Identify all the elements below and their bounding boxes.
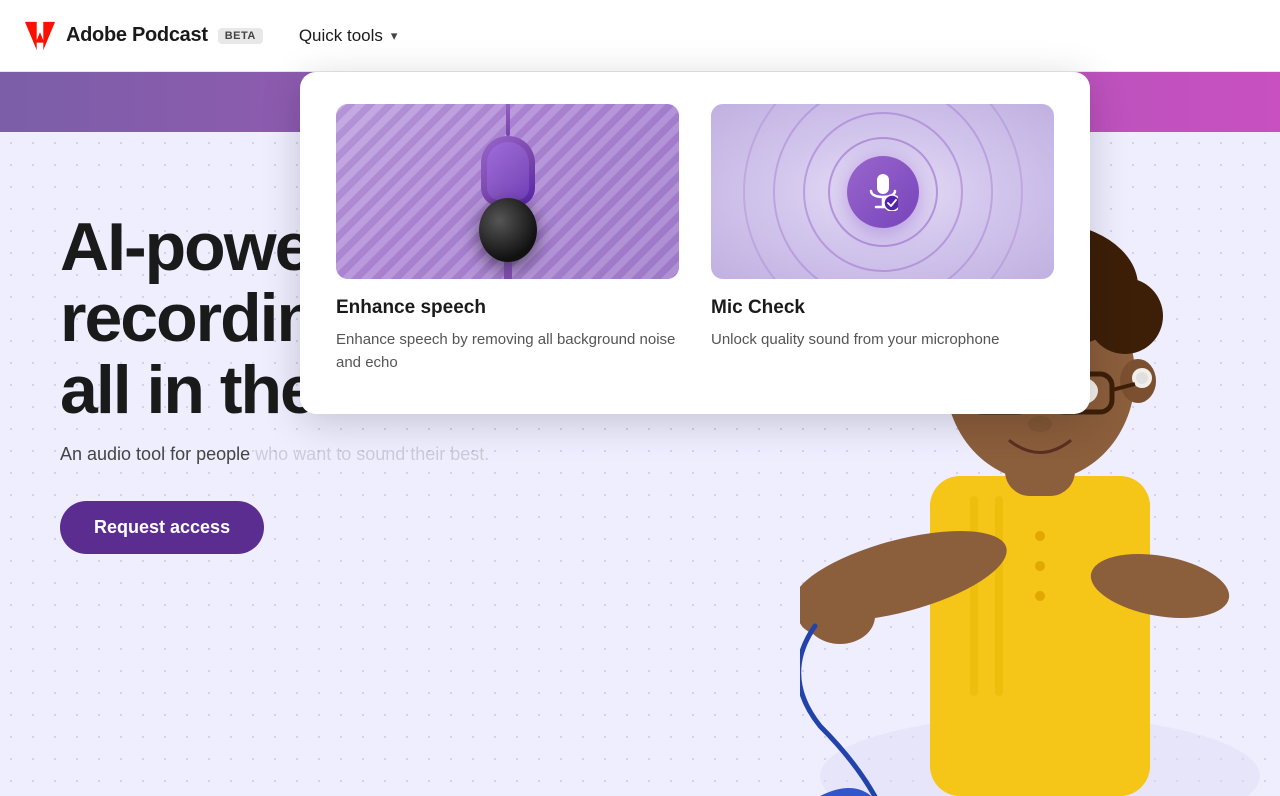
mic-check-title: Mic Check bbox=[711, 297, 1054, 319]
mic-head bbox=[481, 136, 535, 206]
mic-check-bg bbox=[711, 104, 1054, 279]
quick-tools-dropdown: Enhance speech Enhance speech by removin… bbox=[300, 72, 1090, 414]
request-access-button[interactable]: Request access bbox=[60, 501, 264, 554]
mic-check-icon bbox=[847, 156, 919, 228]
enhance-speech-image bbox=[336, 104, 679, 279]
enhance-speech-description: Enhance speech by removing all backgroun… bbox=[336, 329, 679, 374]
enhance-speech-title: Enhance speech bbox=[336, 297, 679, 319]
mic-ball bbox=[479, 198, 537, 262]
app-name: Adobe Podcast bbox=[66, 24, 208, 47]
enhance-speech-bg bbox=[336, 104, 679, 279]
microphone-3d bbox=[479, 104, 537, 279]
logo-container: Adobe Podcast BETA bbox=[24, 20, 263, 52]
chevron-down-icon: ▾ bbox=[391, 28, 398, 44]
quick-tools-label: Quick tools bbox=[299, 26, 383, 46]
mic-check-description: Unlock quality sound from your microphon… bbox=[711, 329, 1054, 352]
adobe-icon bbox=[24, 20, 56, 52]
header: Adobe Podcast BETA Quick tools ▾ bbox=[0, 0, 1280, 72]
mic-check-image bbox=[711, 104, 1054, 279]
quick-tools-button[interactable]: Quick tools ▾ bbox=[295, 18, 402, 54]
mic-cable-top bbox=[506, 104, 510, 136]
hero-subtext: An audio tool for people who want to sou… bbox=[60, 444, 504, 465]
microphone-svg-icon bbox=[868, 173, 898, 211]
enhance-speech-card[interactable]: Enhance speech Enhance speech by removin… bbox=[336, 104, 679, 374]
mic-check-card[interactable]: Mic Check Unlock quality sound from your… bbox=[711, 104, 1054, 374]
beta-badge: BETA bbox=[218, 28, 263, 44]
